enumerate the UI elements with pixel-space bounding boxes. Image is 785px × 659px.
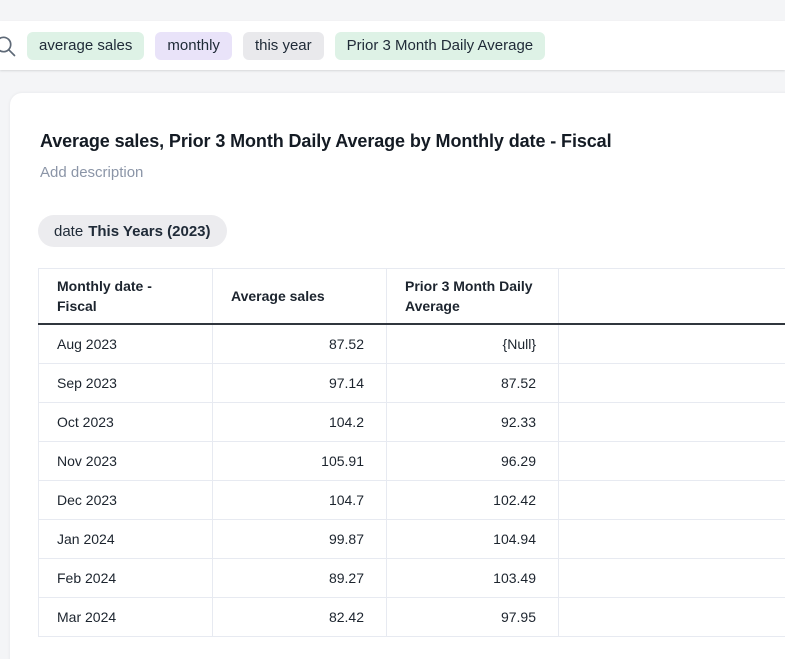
search-bar[interactable]: average sales monthly this year Prior 3 Mon… [0, 21, 785, 70]
cell-date: Feb 2024 [39, 558, 213, 597]
cell-date: Dec 2023 [39, 480, 213, 519]
cell-value: 103.49 [387, 558, 559, 597]
cell-empty [559, 324, 785, 363]
cell-empty [559, 402, 785, 441]
cell-value: 92.33 [387, 402, 559, 441]
cell-empty [559, 519, 785, 558]
cell-value: 104.7 [213, 480, 387, 519]
search-token-list: average sales monthly this year Prior 3 Mon… [27, 32, 545, 60]
cell-value: 104.94 [387, 519, 559, 558]
cell-value: {Null} [387, 324, 559, 363]
search-token-2[interactable]: monthly [155, 32, 232, 60]
cell-value: 99.87 [213, 519, 387, 558]
cell-date: Jan 2024 [39, 519, 213, 558]
filter-chip-date[interactable]: date This Years (2023) [38, 215, 227, 247]
results-table: Monthly date - FiscalAverage salesPrior … [38, 268, 785, 637]
table-body: Aug 202387.52{Null}Sep 202397.1487.52Oct… [39, 324, 785, 636]
table-row: Sep 202397.1487.52 [39, 363, 785, 402]
table-header-row: Monthly date - FiscalAverage salesPrior … [39, 269, 785, 325]
cell-value: 87.52 [213, 324, 387, 363]
cell-empty [559, 597, 785, 636]
column-header-empty [559, 269, 785, 325]
cell-value: 96.29 [387, 441, 559, 480]
cell-date: Nov 2023 [39, 441, 213, 480]
search-token-4[interactable]: Prior 3 Month Daily Average [335, 32, 545, 60]
cell-value: 82.42 [213, 597, 387, 636]
column-header-1[interactable]: Monthly date - Fiscal [39, 269, 213, 325]
cell-date: Mar 2024 [39, 597, 213, 636]
column-header-3[interactable]: Prior 3 Month Daily Average [387, 269, 559, 325]
cell-date: Aug 2023 [39, 324, 213, 363]
table-row: Feb 202489.27103.49 [39, 558, 785, 597]
cell-value: 87.52 [387, 363, 559, 402]
answer-card: Average sales, Prior 3 Month Daily Avera… [10, 93, 785, 659]
table-row: Nov 2023105.9196.29 [39, 441, 785, 480]
app-viewport: average sales monthly this year Prior 3 Mon… [0, 0, 785, 659]
table-row: Oct 2023104.292.33 [39, 402, 785, 441]
answer-title: Average sales, Prior 3 Month Daily Avera… [40, 129, 785, 153]
filter-field-label: date [54, 223, 83, 240]
add-description-button[interactable]: Add description [40, 164, 143, 182]
cell-value: 97.14 [213, 363, 387, 402]
cell-empty [559, 480, 785, 519]
cell-empty [559, 363, 785, 402]
cell-value: 89.27 [213, 558, 387, 597]
table-row: Jan 202499.87104.94 [39, 519, 785, 558]
cell-date: Sep 2023 [39, 363, 213, 402]
cell-empty [559, 558, 785, 597]
search-icon [0, 34, 17, 58]
cell-date: Oct 2023 [39, 402, 213, 441]
cell-value: 102.42 [387, 480, 559, 519]
cell-empty [559, 441, 785, 480]
cell-value: 97.95 [387, 597, 559, 636]
table-row: Aug 202387.52{Null} [39, 324, 785, 363]
cell-value: 105.91 [213, 441, 387, 480]
table-row: Mar 202482.4297.95 [39, 597, 785, 636]
column-header-2[interactable]: Average sales [213, 269, 387, 325]
cell-value: 104.2 [213, 402, 387, 441]
search-token-1[interactable]: average sales [27, 32, 144, 60]
search-token-3[interactable]: this year [243, 32, 324, 60]
filter-value-label: This Years (2023) [88, 223, 210, 240]
table-row: Dec 2023104.7102.42 [39, 480, 785, 519]
